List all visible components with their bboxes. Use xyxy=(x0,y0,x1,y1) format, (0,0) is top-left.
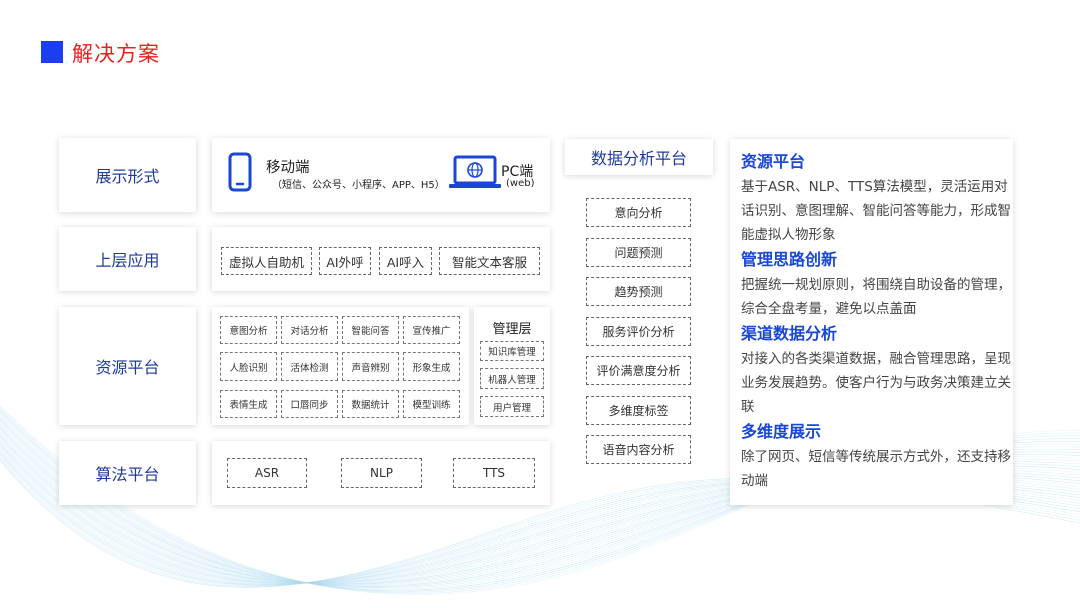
mobile-phone-icon xyxy=(228,152,252,192)
mobile-subtitle: （短信、公众号、小程序、APP、H5） xyxy=(272,180,445,191)
section-heading: 多维度展示 xyxy=(741,422,822,441)
upper-apps-card: 虚拟人自助机 AI外呼 AI呼入 智能文本客服 xyxy=(212,227,550,291)
resource-item: 人脸识别 xyxy=(220,352,277,381)
app-item: 智能文本客服 xyxy=(439,247,540,275)
title-marker xyxy=(41,41,63,63)
management-item: 机器人管理 xyxy=(480,368,544,389)
row-label-upper: 上层应用 xyxy=(59,227,196,291)
algorithm-item: ASR xyxy=(227,458,307,488)
resource-item: 对话分析 xyxy=(281,316,338,344)
section-heading: 渠道数据分析 xyxy=(741,324,838,343)
data-platform-item: 趋势预测 xyxy=(586,277,691,306)
section-body: 把握统一规划原则，将围绕自助设备的管理，综合全盘考量，避免以点盖面 xyxy=(741,277,1011,317)
section-heading: 资源平台 xyxy=(741,152,806,171)
data-platform-item: 语音内容分析 xyxy=(586,435,691,464)
data-platform-item: 服务评价分析 xyxy=(586,317,691,346)
resource-item: 活体检测 xyxy=(281,352,338,381)
pc-subtitle: (web) xyxy=(506,178,535,189)
page-title: 解决方案 xyxy=(72,42,160,66)
resource-grid-card: 意图分析 对话分析 智能问答 宣传推广 人脸识别 活体检测 声音辨别 形象生成 … xyxy=(212,307,469,425)
resource-item: 数据统计 xyxy=(342,390,399,418)
app-item: 虚拟人自助机 xyxy=(221,247,312,275)
algorithm-item: TTS xyxy=(453,458,535,488)
resource-item: 口唇同步 xyxy=(281,390,338,418)
app-item: AI呼入 xyxy=(379,247,432,275)
resource-item: 表情生成 xyxy=(220,390,277,418)
section-body: 对接入的各类渠道数据，融合管理思路，呈现业务发展趋势。使客户行为与政务决策建立关… xyxy=(741,351,1011,415)
data-platform-title: 数据分析平台 xyxy=(565,139,713,175)
management-item: 用户管理 xyxy=(480,396,544,417)
data-platform-item: 问题预测 xyxy=(586,238,691,267)
data-platform-item: 评价满意度分析 xyxy=(586,356,691,385)
resource-item: 形象生成 xyxy=(403,352,460,381)
management-item: 知识库管理 xyxy=(480,341,544,361)
row-label-algorithm: 算法平台 xyxy=(59,441,196,505)
resource-item: 模型训练 xyxy=(403,390,460,418)
row-label-display: 展示形式 xyxy=(59,138,196,212)
data-platform-item: 多维度标签 xyxy=(586,396,691,425)
section-body: 除了网页、短信等传统展示方式外，还支持移动端 xyxy=(741,449,1011,489)
management-title: 管理层 xyxy=(492,322,532,337)
row-label-resource: 资源平台 xyxy=(59,307,196,425)
section-body: 基于ASR、NLP、TTS算法模型，灵活运用对话识别、意图理解、智能问答等能力，… xyxy=(741,179,1011,243)
app-item: AI外呼 xyxy=(319,247,371,275)
section-heading: 管理思路创新 xyxy=(741,250,838,269)
pc-monitor-icon xyxy=(449,155,501,188)
data-platform-item: 意向分析 xyxy=(586,198,691,227)
resource-item: 智能问答 xyxy=(342,316,399,344)
resource-item: 宣传推广 xyxy=(403,316,460,344)
resource-item: 意图分析 xyxy=(220,316,277,344)
display-card: 移动端 （短信、公众号、小程序、APP、H5） PC端 (web) xyxy=(212,138,550,212)
algorithm-item: NLP xyxy=(341,458,422,488)
description-panel: 资源平台 基于ASR、NLP、TTS算法模型，灵活运用对话识别、意图理解、智能问… xyxy=(730,139,1013,505)
mobile-title: 移动端 xyxy=(266,160,310,176)
management-card: 管理层 知识库管理 机器人管理 用户管理 xyxy=(474,307,550,425)
resource-item: 声音辨别 xyxy=(342,352,399,381)
algorithm-card: ASR NLP TTS xyxy=(212,441,550,505)
